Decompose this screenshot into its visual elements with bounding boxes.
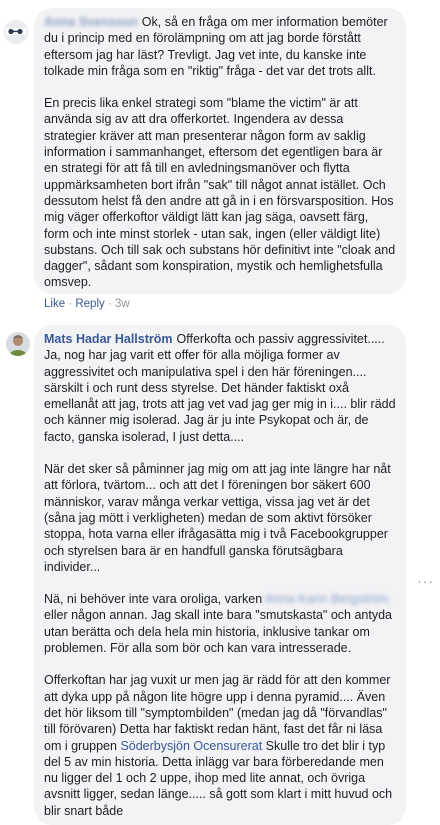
more-options-icon[interactable]: ··· bbox=[417, 573, 434, 589]
comment-bubble: Mats Hadar Hallström Offerkofta och passi… bbox=[34, 325, 406, 825]
reply-link[interactable]: Reply bbox=[75, 298, 104, 310]
separator: · bbox=[68, 298, 73, 310]
comment-text: När det sker så påminner jag mig om att … bbox=[44, 462, 391, 574]
comment-timestamp[interactable]: 3w bbox=[115, 298, 130, 310]
commenter-avatar[interactable] bbox=[4, 20, 28, 44]
comment-text: En precis lika enkel strategi som "blame… bbox=[44, 96, 396, 290]
comment-text: Offerkoftan har jag vuxit ur men jag är … bbox=[44, 672, 396, 819]
separator: · bbox=[107, 298, 112, 310]
comment-bubble: Anna Svensson Ok, så en fråga om mer info… bbox=[34, 8, 406, 294]
commenter-avatar[interactable] bbox=[6, 332, 30, 356]
comment-text: Nä, ni behöver inte vara oroliga, varken… bbox=[44, 591, 396, 656]
comment-text: Offerkofta och passiv aggressivitet.....… bbox=[44, 332, 396, 444]
comment-text: Nä, ni behöver inte vara oroliga, varken bbox=[44, 592, 265, 607]
tagged-user-link[interactable]: Anna-Karin Bergström bbox=[265, 592, 389, 606]
comment-author[interactable]: Anna Svensson bbox=[44, 15, 138, 29]
avatar-image bbox=[4, 20, 28, 44]
comment-text: eller någon annan. Jag skall inte bara "… bbox=[44, 608, 392, 656]
like-link[interactable]: Like bbox=[44, 298, 65, 310]
comment-author[interactable]: Mats Hadar Hallström bbox=[44, 332, 173, 346]
avatar-image bbox=[6, 332, 30, 356]
group-link[interactable]: Söderbysjön Ocensurerat bbox=[120, 739, 262, 753]
comment-actions: Like · Reply · 3w bbox=[44, 298, 130, 310]
